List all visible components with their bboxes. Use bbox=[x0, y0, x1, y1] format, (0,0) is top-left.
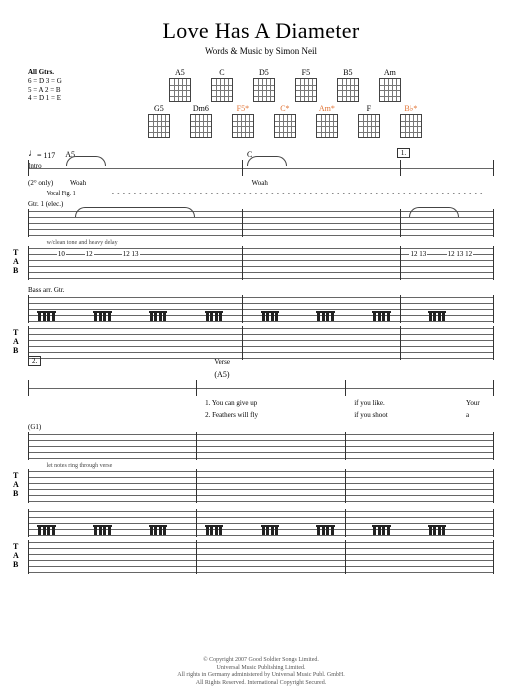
system-1: = 117 Intro A5 C 1. (2° only) Woah Woah … bbox=[28, 150, 494, 360]
chord-cs: C* bbox=[270, 104, 300, 138]
slur bbox=[409, 207, 459, 217]
tuning-line: 4 = D 1 = E bbox=[28, 94, 62, 103]
slur bbox=[75, 207, 195, 217]
second-ending: 2. bbox=[28, 356, 41, 366]
top-info-row: All Gtrs. 6 = D 3 = G 5 = A 2 = B 4 = D … bbox=[28, 68, 494, 140]
chord-am: Am bbox=[375, 68, 405, 102]
vocal-annot: (2° only) bbox=[28, 179, 53, 187]
chord-d5: D5 bbox=[249, 68, 279, 102]
footer-line: All rights in Germany administered by Un… bbox=[0, 672, 522, 680]
tab-num: 12 bbox=[85, 250, 94, 258]
system-2: 2. Verse (A5) 1. You can give up if you … bbox=[28, 368, 494, 574]
sheet-music-page: Love Has A Diameter Words & Music by Sim… bbox=[0, 0, 522, 590]
rhythm-beams bbox=[38, 525, 483, 535]
header: Love Has A Diameter Words & Music by Sim… bbox=[28, 18, 494, 56]
bass-label: Bass arr. Gtr. bbox=[28, 286, 494, 294]
tuning-line: 5 = A 2 = B bbox=[28, 86, 62, 95]
lyric: if you shoot bbox=[354, 411, 387, 419]
lyric-woah: Woah bbox=[70, 179, 86, 187]
tuning-block: All Gtrs. 6 = D 3 = G 5 = A 2 = B 4 = D … bbox=[28, 68, 62, 103]
chord-ams: Am* bbox=[312, 104, 342, 138]
vocal-fig-label: Vocal Fig. 1 bbox=[47, 191, 76, 197]
fig-dashes: - - - - - - - - - - - - - - - - - - - - … bbox=[112, 191, 485, 197]
tuning-title: All Gtrs. bbox=[28, 68, 62, 77]
chord-row-2: G5 Dm6 F5* C* Am* F B♭* bbox=[76, 104, 494, 138]
chord-dm6: Dm6 bbox=[186, 104, 216, 138]
lyrics-line-2: 2. Feathers will fly if you shoot a bbox=[28, 411, 494, 423]
chord-f5s: F5* bbox=[228, 104, 258, 138]
tie-arc bbox=[247, 156, 287, 166]
tie-arc bbox=[66, 156, 106, 166]
lyrics-line-1: 1. You can give up if you like. Your bbox=[28, 399, 494, 411]
vocal-staff bbox=[28, 160, 494, 176]
lyric: a bbox=[466, 411, 469, 419]
footer-line: All Rights Reserved. International Copyr… bbox=[0, 680, 522, 688]
quarter-note-icon bbox=[28, 150, 34, 160]
tab-num: 12 13 bbox=[122, 250, 140, 258]
tab-num: 12 13 bbox=[409, 250, 427, 258]
footer-line: Universal Music Publishing Limited. bbox=[0, 665, 522, 673]
gtr1-tab-2: TAB bbox=[28, 469, 494, 503]
vocal-staff-2 bbox=[28, 380, 494, 396]
lyric: 2. Feathers will fly bbox=[205, 411, 258, 419]
chord-bbs: B♭* bbox=[396, 104, 426, 138]
song-title: Love Has A Diameter bbox=[28, 18, 494, 44]
verse-label: Verse bbox=[214, 358, 230, 366]
vocal-lyrics: (2° only) Woah Woah bbox=[28, 179, 494, 191]
tuning-line: 6 = D 3 = G bbox=[28, 77, 62, 86]
chord-b5: B5 bbox=[333, 68, 363, 102]
lyric: if you like. bbox=[354, 399, 385, 407]
gtr1-staff-2 bbox=[28, 432, 494, 460]
chord-f5: F5 bbox=[291, 68, 321, 102]
bass-tab: TAB bbox=[28, 326, 494, 360]
chord-mark-a5: (A5) bbox=[214, 370, 229, 379]
lyric: Your bbox=[466, 399, 480, 407]
vocal-fig-row: Vocal Fig. 1 - - - - - - - - - - - - - -… bbox=[28, 191, 494, 200]
lyric-woah: Woah bbox=[252, 179, 268, 187]
tab-num: 10 bbox=[57, 250, 66, 258]
first-ending: 1. bbox=[397, 148, 410, 158]
rhythm-beams bbox=[38, 311, 483, 321]
copyright-footer: © Copyright 2007 Good Soldier Songs Limi… bbox=[0, 657, 522, 688]
g1-cont-label: (G1) bbox=[28, 423, 494, 431]
lyric: 1. You can give up bbox=[205, 399, 257, 407]
chord-f: F bbox=[354, 104, 384, 138]
bass-staff-2 bbox=[28, 509, 494, 537]
chord-g5: G5 bbox=[144, 104, 174, 138]
gtr1-staff bbox=[28, 209, 494, 237]
bass-tab-2: TAB bbox=[28, 540, 494, 574]
chord-c: C bbox=[207, 68, 237, 102]
chord-diagrams: A5 C D5 F5 B5 Am G5 Dm6 F5* C* Am* F B♭* bbox=[76, 68, 494, 140]
bass-staff bbox=[28, 295, 494, 323]
tab-num: 12 13 12 bbox=[447, 250, 474, 258]
footer-line: © Copyright 2007 Good Soldier Songs Limi… bbox=[0, 657, 522, 665]
chord-row-1: A5 C D5 F5 B5 Am bbox=[76, 68, 494, 102]
gtr1-tab: TAB 10 12 12 13 12 13 12 13 12 bbox=[28, 246, 494, 280]
chord-a5: A5 bbox=[165, 68, 195, 102]
byline: Words & Music by Simon Neil bbox=[28, 46, 494, 56]
